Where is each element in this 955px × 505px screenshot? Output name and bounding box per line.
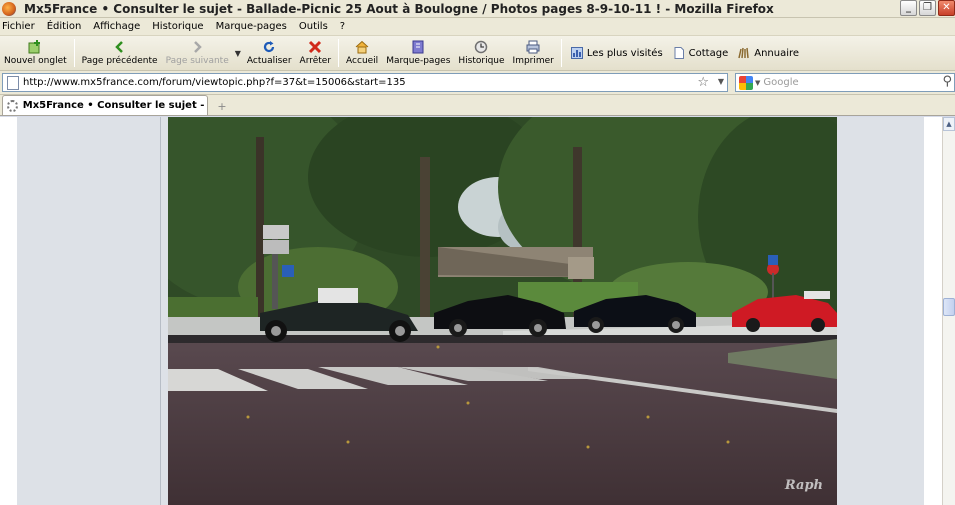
stop-button[interactable]: Arrêter	[296, 37, 336, 70]
url-bar[interactable]: http://www.mx5france.com/forum/viewtopic…	[2, 73, 728, 92]
site-identity-icon[interactable]	[7, 75, 19, 90]
bookmark-star-icon[interactable]: ☆	[697, 75, 709, 90]
google-engine-icon[interactable]	[739, 75, 753, 90]
page-content: Raph ▲	[0, 117, 955, 505]
photo-illustration	[168, 117, 837, 505]
window-titlebar: Mx5France • Consulter le sujet - Ballade…	[0, 0, 955, 18]
firefox-icon	[2, 1, 16, 16]
toolbar-separator	[73, 39, 75, 67]
history-clock-icon	[474, 40, 488, 54]
photo-watermark: Raph	[784, 478, 823, 493]
menu-bar: Fichier Édition Affichage Historique Mar…	[0, 18, 955, 36]
menu-marque-pages[interactable]: Marque-pages	[210, 21, 293, 32]
home-icon	[355, 40, 369, 54]
back-arrow-icon	[113, 40, 127, 54]
bookmark-cottage-label: Cottage	[688, 47, 729, 59]
new-tab-plus-button[interactable]: +	[210, 97, 234, 115]
bookmarks-label: Marque-pages	[386, 56, 451, 66]
bookmark-annuaire-label: Annuaire	[754, 47, 800, 59]
forward-arrow-icon	[190, 40, 204, 54]
forum-photo: Raph	[168, 117, 837, 505]
window-controls: _ ❐ ✕	[900, 0, 955, 16]
stop-label: Arrêter	[299, 56, 332, 66]
search-engine-dropdown-icon[interactable]: ▼	[755, 79, 760, 87]
scroll-up-icon[interactable]: ▲	[943, 117, 955, 131]
print-label: Imprimer	[512, 56, 554, 66]
url-dropdown-icon[interactable]: ▼	[718, 77, 724, 86]
forward-button[interactable]: Page suivante	[162, 37, 233, 70]
home-label: Accueil	[346, 56, 379, 66]
new-tab-label: Nouvel onglet	[4, 56, 67, 66]
printer-icon	[526, 40, 540, 54]
navigation-toolbar: Nouvel onglet Page précédente Page suiva…	[0, 36, 955, 71]
bookmarks-icon	[411, 40, 425, 54]
scrollbar-thumb[interactable]	[943, 298, 955, 316]
print-button[interactable]: Imprimer	[509, 37, 558, 70]
home-button[interactable]: Accueil	[342, 37, 382, 70]
stop-icon	[308, 40, 322, 54]
tab-bar: Mx5France • Consulter le sujet - Ball...…	[0, 95, 955, 116]
new-tab-button[interactable]: Nouvel onglet	[0, 37, 71, 70]
menu-historique[interactable]: Historique	[146, 21, 209, 32]
new-tab-icon	[28, 40, 42, 54]
forward-label: Page suivante	[165, 56, 229, 66]
history-button[interactable]: Historique	[454, 37, 508, 70]
menu-affichage[interactable]: Affichage	[87, 21, 146, 32]
menu-outils[interactable]: Outils	[293, 21, 334, 32]
tab-active[interactable]: Mx5France • Consulter le sujet - Ball...	[2, 95, 208, 115]
reload-icon	[262, 40, 276, 54]
toolbar-separator	[338, 39, 340, 67]
window-title: Mx5France • Consulter le sujet - Ballade…	[24, 1, 774, 16]
search-input[interactable]	[763, 77, 934, 88]
minimize-button[interactable]: _	[900, 0, 917, 16]
bookmarks-button[interactable]: Marque-pages	[382, 37, 454, 70]
url-text[interactable]: http://www.mx5france.com/forum/viewtopic…	[23, 77, 406, 88]
vertical-scrollbar[interactable]: ▲	[942, 117, 955, 505]
back-label: Page précédente	[81, 56, 158, 66]
menu-fichier[interactable]: Fichier	[0, 21, 41, 32]
content-border-left	[160, 117, 161, 505]
smart-bookmark-icon	[570, 47, 583, 59]
bookmark-most-visited-label: Les plus visités	[586, 47, 663, 59]
location-toolbar: http://www.mx5france.com/forum/viewtopic…	[0, 71, 955, 95]
bookmark-cottage[interactable]: Cottage	[673, 47, 729, 59]
reload-label: Actualiser	[246, 56, 292, 66]
page-icon	[674, 47, 684, 59]
loading-spinner-icon	[7, 99, 18, 112]
history-dropdown-icon[interactable]: ▼	[235, 49, 241, 58]
reload-button[interactable]: Actualiser	[243, 37, 296, 70]
back-button[interactable]: Page précédente	[78, 37, 162, 70]
menu-edition[interactable]: Édition	[41, 21, 88, 32]
search-icon[interactable]: ⚲	[942, 74, 952, 89]
search-box[interactable]: ▼ ⚲	[735, 73, 955, 92]
directory-icon	[738, 47, 749, 59]
tab-label: Mx5France • Consulter le sujet - Ball...	[22, 100, 207, 111]
bookmark-most-visited[interactable]: Les plus visités	[570, 47, 663, 59]
toolbar-separator	[560, 39, 562, 67]
maximize-button[interactable]: ❐	[919, 0, 936, 16]
close-button[interactable]: ✕	[938, 0, 955, 16]
bookmark-annuaire[interactable]: Annuaire	[738, 47, 799, 59]
history-label: Historique	[458, 56, 505, 66]
menu-help[interactable]: ?	[334, 21, 351, 32]
